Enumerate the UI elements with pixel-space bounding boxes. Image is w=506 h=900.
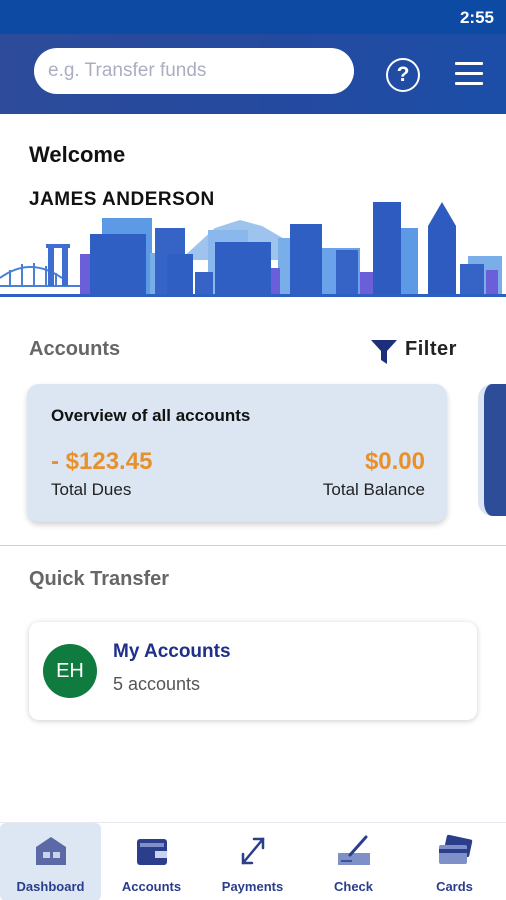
status-time: 2:55 xyxy=(459,8,494,27)
total-dues-amount: - $123.45 xyxy=(51,448,153,475)
help-button[interactable]: ? xyxy=(386,58,420,92)
nav-label-accounts: Accounts xyxy=(121,879,182,894)
filter-icon xyxy=(371,340,397,364)
cards-icon xyxy=(438,834,472,864)
filter-label: Filter xyxy=(405,338,457,360)
nav-label-dashboard: Dashboard xyxy=(16,879,85,894)
dashboard-icon xyxy=(35,837,66,865)
avatar: EH xyxy=(43,644,97,698)
total-balance-label: Total Balance xyxy=(322,480,425,499)
nav-item-check[interactable]: Check xyxy=(303,823,404,900)
status-bar: 2:55 xyxy=(0,0,506,34)
quick-transfer-count: 5 accounts xyxy=(113,674,201,694)
app-header: ? xyxy=(0,34,506,114)
transfer-arrows-icon xyxy=(241,837,264,865)
search-input[interactable] xyxy=(48,48,344,94)
wallet-icon xyxy=(136,839,167,865)
quick-transfer-title: Quick Transfer xyxy=(29,568,170,590)
check-deposit-icon xyxy=(337,835,370,865)
total-balance-amount: $0.00 xyxy=(364,448,425,475)
menu-button[interactable] xyxy=(455,62,483,86)
accounts-header: Accounts Filter xyxy=(0,330,506,370)
nav-item-cards[interactable]: Cards xyxy=(404,823,505,900)
nav-item-payments[interactable]: Payments xyxy=(202,823,303,900)
nav-label-check: Check xyxy=(333,879,374,894)
nav-item-accounts[interactable]: Accounts xyxy=(101,823,202,900)
question-circle-icon: ? xyxy=(396,63,410,86)
bottom-navigation: Dashboard Accounts Payments Check Cards xyxy=(0,822,506,900)
quick-transfer-item[interactable]: EH My Accounts 5 accounts xyxy=(29,622,477,720)
next-account-card[interactable] xyxy=(478,384,506,516)
city-skyline-illustration xyxy=(0,202,506,297)
nav-label-cards: Cards xyxy=(436,879,473,894)
total-dues-label: Total Dues xyxy=(51,480,132,499)
accounts-section-title: Accounts xyxy=(29,338,121,360)
welcome-title: Welcome xyxy=(29,142,126,167)
quick-transfer-name: My Accounts xyxy=(113,641,231,662)
search-box[interactable] xyxy=(34,48,354,94)
nav-item-dashboard[interactable]: Dashboard xyxy=(0,823,101,900)
accounts-overview-card[interactable]: Overview of all accounts - $123.45 Total… xyxy=(27,384,447,522)
section-divider xyxy=(0,545,506,546)
welcome-section: Welcome JAMES ANDERSON xyxy=(0,114,506,298)
nav-label-payments: Payments xyxy=(221,879,284,894)
overview-title: Overview of all accounts xyxy=(51,406,251,425)
